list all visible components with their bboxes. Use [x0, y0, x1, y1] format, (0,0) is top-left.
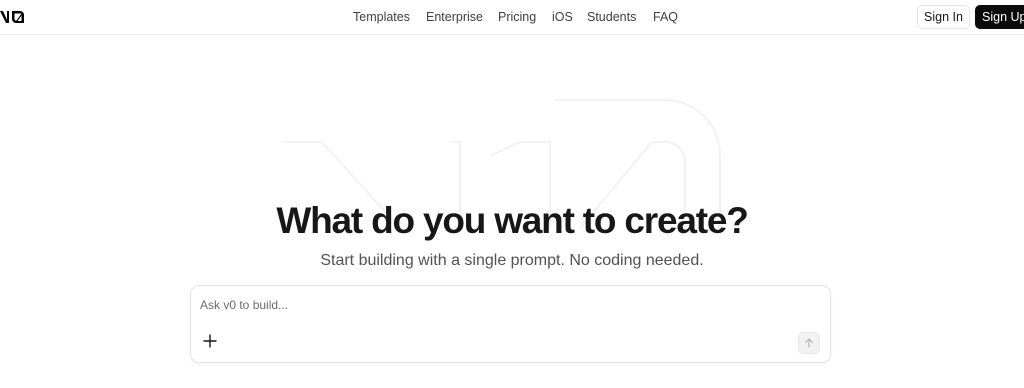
nav-students[interactable]: Students — [587, 10, 636, 24]
sign-in-button[interactable]: Sign In — [917, 5, 970, 29]
nav-ios[interactable]: iOS — [552, 10, 573, 24]
v0-logo-icon[interactable] — [0, 9, 26, 25]
top-navigation-bar: Templates Enterprise Pricing iOS Student… — [0, 0, 1024, 35]
nav-faq[interactable]: FAQ — [653, 10, 678, 24]
sign-up-button[interactable]: Sign Up — [975, 5, 1024, 29]
nav-pricing[interactable]: Pricing — [498, 10, 536, 24]
arrow-up-icon — [804, 338, 814, 348]
nav-templates[interactable]: Templates — [353, 10, 410, 24]
send-button[interactable] — [798, 332, 820, 354]
plus-icon[interactable] — [201, 332, 219, 350]
prompt-box — [190, 285, 831, 363]
hero-subtitle: Start building with a single prompt. No … — [320, 252, 704, 269]
nav-enterprise[interactable]: Enterprise — [426, 10, 483, 24]
hero-title: What do you want to create? — [276, 200, 748, 241]
prompt-input[interactable] — [200, 295, 760, 315]
